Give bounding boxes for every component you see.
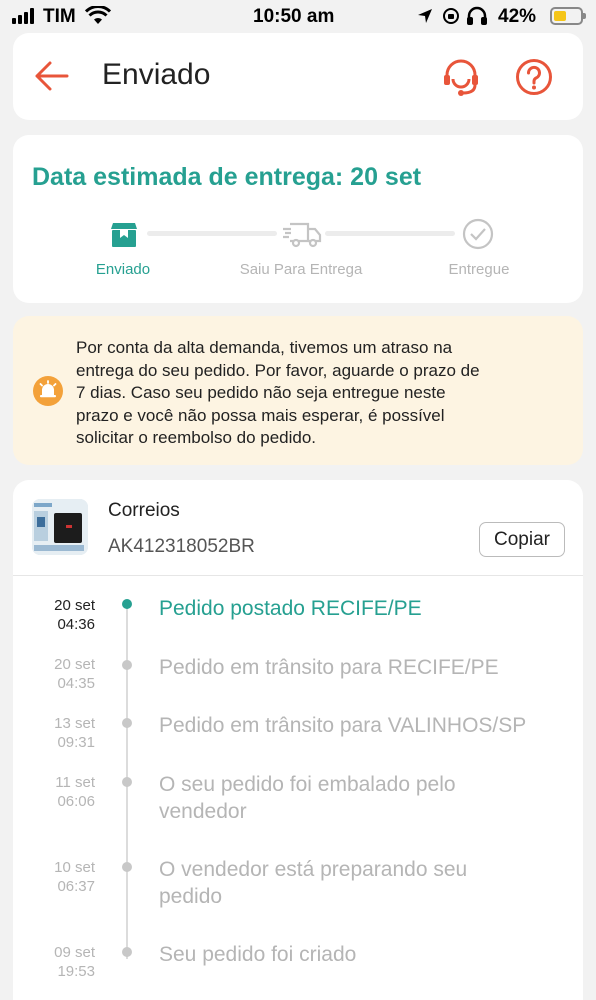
timeline-dot [122,862,132,872]
timeline-dot-active [122,599,132,609]
location-arrow-icon [418,9,432,23]
battery-icon [550,7,586,25]
step-label-out-for-delivery: Saiu Para Entrega [239,261,363,278]
headphones-icon [467,6,487,25]
battery-percent: 42% [498,6,537,27]
delivery-estimate: Data estimada de entrega: 20 set [32,163,422,191]
page-title: Enviado [102,58,211,91]
delay-notice: Por conta da alta demanda, tivemos um at… [13,316,583,465]
tracking-card: Correios AK412318052BR Copiar 20 set 04:3… [13,480,583,1000]
copy-button[interactable]: Copiar [479,522,565,557]
shipping-carrier: Correios [108,500,180,521]
orientation-lock-icon [443,8,459,24]
divider [13,575,583,576]
help-icon[interactable] [515,58,553,96]
timeline-dot [122,718,132,728]
shipped-box-icon [111,223,137,247]
bell-icon [33,376,63,406]
tracking-code: AK412318052BR [108,536,255,557]
step-label-delivered: Entregue [448,261,510,278]
progress-line [325,231,455,236]
step-label-shipped: Enviado [95,261,151,278]
progress-line [147,231,277,236]
carrier-name: TIM [43,6,76,27]
delivered-check-icon [462,218,494,250]
wifi-icon [85,6,111,24]
delivery-status-card: Data estimada de entrega: 20 set Enviado… [13,135,583,303]
customer-support-icon[interactable] [441,57,481,97]
header-card: Enviado [13,33,583,120]
product-thumbnail [32,499,88,555]
timeline-dot [122,660,132,670]
timeline-dot [122,947,132,957]
status-bar: TIM 10:50 am 42% [0,0,596,32]
notice-text: Por conta da alta demanda, tivemos um at… [76,338,480,447]
back-arrow-icon[interactable] [33,60,69,92]
delivery-truck-icon [283,222,322,248]
clock: 10:50 am [253,6,335,27]
signal-icon [12,8,34,24]
timeline-dot [122,777,132,787]
